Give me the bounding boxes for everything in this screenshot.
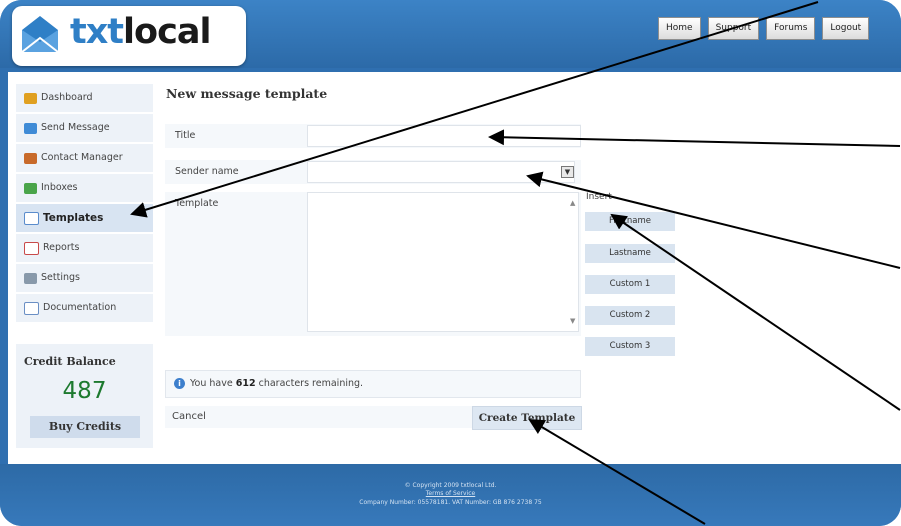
house-icon bbox=[24, 92, 37, 104]
sidebar-item-settings[interactable]: Settings bbox=[16, 264, 153, 294]
sender-row: Sender name ▼ bbox=[165, 160, 581, 184]
main-content: Dashboard Send Message Contact Manager I… bbox=[8, 72, 901, 464]
app-window: txtlocal Home Support Forums Logout Dash… bbox=[0, 0, 901, 526]
sidebar-item-label: Contact Manager bbox=[41, 152, 123, 163]
forums-button[interactable]: Forums bbox=[766, 17, 816, 40]
header: txtlocal Home Support Forums Logout bbox=[0, 0, 901, 68]
sidebar-item-label: Templates bbox=[43, 212, 104, 224]
inbox-icon bbox=[24, 182, 37, 194]
company-info-text: Company Number: 05578181. VAT Number: GB… bbox=[359, 499, 542, 506]
contacts-icon bbox=[24, 152, 37, 164]
characters-remaining-text: You have 612 characters remaining. bbox=[190, 378, 364, 389]
insert-firstname-button[interactable]: Firstname bbox=[585, 212, 675, 231]
characters-remaining-notice: i You have 612 characters remaining. bbox=[165, 370, 581, 398]
sidebar-item-documentation[interactable]: Documentation bbox=[16, 294, 153, 324]
sidebar-item-label: Documentation bbox=[43, 302, 117, 313]
chevron-down-icon[interactable]: ▼ bbox=[561, 166, 574, 178]
credit-balance-panel: Credit Balance 487 Buy Credits bbox=[16, 344, 153, 448]
sidebar-item-label: Send Message bbox=[41, 122, 110, 133]
sidebar-item-label: Settings bbox=[41, 272, 80, 283]
home-button[interactable]: Home bbox=[658, 17, 701, 40]
title-row: Title bbox=[165, 124, 581, 148]
wrench-icon bbox=[24, 272, 37, 284]
scroll-down-icon[interactable]: ▼ bbox=[570, 317, 575, 325]
footer: © Copyright 2009 txtlocal Ltd. Terms of … bbox=[0, 464, 901, 526]
template-row: Template ▲ ▼ bbox=[165, 192, 581, 336]
sidebar-item-inboxes[interactable]: Inboxes bbox=[16, 174, 153, 204]
document-icon bbox=[24, 301, 39, 315]
templates-icon bbox=[24, 211, 39, 225]
txtlocal-logo[interactable]: txtlocal bbox=[12, 6, 246, 66]
insert-custom3-button[interactable]: Custom 3 bbox=[585, 337, 675, 356]
sidebar-item-templates[interactable]: Templates bbox=[16, 204, 153, 234]
sender-name-label: Sender name bbox=[175, 166, 239, 177]
cancel-link[interactable]: Cancel bbox=[172, 411, 206, 422]
insert-label: Insert bbox=[586, 192, 612, 202]
sidebar-item-label: Reports bbox=[43, 242, 80, 253]
characters-remaining-count: 612 bbox=[235, 378, 256, 389]
sidebar: Dashboard Send Message Contact Manager I… bbox=[16, 84, 153, 324]
send-icon bbox=[24, 122, 37, 134]
sidebar-item-label: Dashboard bbox=[41, 92, 93, 103]
title-label: Title bbox=[175, 130, 196, 141]
sender-name-select[interactable]: ▼ bbox=[307, 161, 575, 183]
sidebar-item-reports[interactable]: Reports bbox=[16, 234, 153, 264]
logo-wordmark: txtlocal bbox=[70, 12, 211, 52]
sidebar-item-send-message[interactable]: Send Message bbox=[16, 114, 153, 144]
sidebar-item-label: Inboxes bbox=[41, 182, 78, 193]
support-button[interactable]: Support bbox=[707, 17, 760, 40]
insert-custom1-button[interactable]: Custom 1 bbox=[585, 275, 675, 294]
logout-button[interactable]: Logout bbox=[822, 17, 870, 40]
copyright-text: © Copyright 2009 txtlocal Ltd. bbox=[404, 482, 497, 489]
buy-credits-button[interactable]: Buy Credits bbox=[30, 416, 140, 438]
sidebar-item-contact-manager[interactable]: Contact Manager bbox=[16, 144, 153, 174]
title-input[interactable] bbox=[307, 125, 581, 147]
insert-lastname-button[interactable]: Lastname bbox=[585, 244, 675, 263]
info-icon: i bbox=[174, 378, 185, 389]
page-title: New message template bbox=[166, 86, 328, 101]
envelope-icon bbox=[21, 16, 59, 53]
top-nav: Home Support Forums Logout bbox=[658, 17, 870, 40]
create-template-button[interactable]: Create Template bbox=[472, 406, 582, 430]
credit-balance-title: Credit Balance bbox=[24, 355, 116, 368]
template-textarea[interactable]: ▲ ▼ bbox=[307, 192, 579, 332]
terms-of-service-link[interactable]: Terms of Service bbox=[0, 490, 901, 497]
credit-balance-value: 487 bbox=[62, 378, 107, 404]
scroll-up-icon[interactable]: ▲ bbox=[570, 199, 575, 207]
reports-icon bbox=[24, 241, 39, 255]
insert-custom2-button[interactable]: Custom 2 bbox=[585, 306, 675, 325]
template-label: Template bbox=[175, 198, 219, 209]
sidebar-item-dashboard[interactable]: Dashboard bbox=[16, 84, 153, 114]
